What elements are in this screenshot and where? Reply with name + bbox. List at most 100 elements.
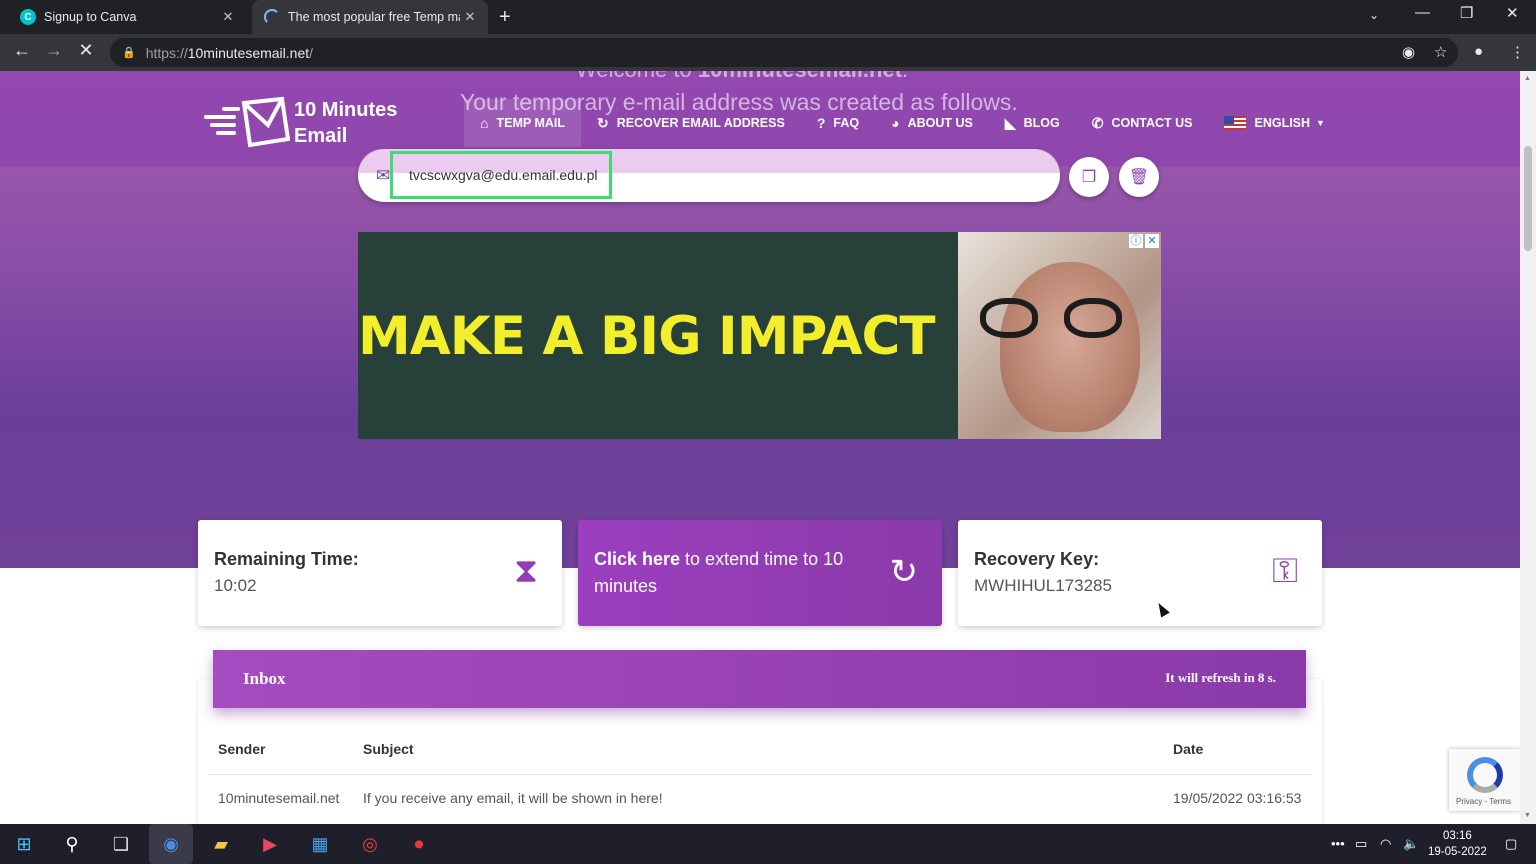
ad-choices[interactable]: ⓘ ✕ (1129, 234, 1159, 248)
file-explorer-icon[interactable]: ▰ (207, 830, 235, 858)
clock-refresh-icon: ↻ (889, 553, 919, 591)
restore-icon[interactable]: ❐ (1460, 4, 1473, 22)
temp-email-field[interactable] (390, 151, 612, 199)
recaptcha-terms[interactable]: Privacy - Terms (1456, 797, 1511, 806)
nav-recover-email[interactable]: ↻ RECOVER EMAIL ADDRESS (581, 99, 801, 147)
hourglass-icon: ⧗ (514, 552, 538, 590)
language-dropdown[interactable]: ENGLISH ▼ (1208, 99, 1340, 147)
canva-favicon-icon: C (20, 9, 36, 25)
key-icon: ⚿ (1272, 552, 1298, 590)
refresh-countdown: It will refresh in 8 s. (1165, 670, 1276, 685)
browser-tab-strip: C Signup to Canva ✕ The most popular fre… (0, 0, 1536, 34)
url-path: / (309, 44, 314, 61)
phone-icon: ✆ (1091, 114, 1104, 131)
ad-person-image (958, 232, 1161, 439)
extend-time-card[interactable]: Click here to extend time to 10 minutes … (578, 520, 942, 626)
user-icon: ◕ (891, 115, 900, 131)
trash-icon: 🗑 (1128, 169, 1150, 186)
advertisement-banner[interactable]: MAKE A BIG IMPACT ⓘ ✕ (358, 232, 1161, 439)
recovery-key-card: Recovery Key: MWHIHUL173285 ⚿ (958, 520, 1322, 626)
loading-spinner-icon (264, 9, 280, 25)
clock-date: 19-05-2022 (1428, 846, 1487, 858)
question-icon: ? (816, 115, 826, 131)
menu-dots-icon[interactable]: ⋮ (1510, 43, 1525, 61)
profile-icon[interactable]: ● (1474, 43, 1483, 60)
inbox-title: Inbox (243, 669, 286, 688)
forward-arrow-icon[interactable]: → (42, 40, 66, 61)
inbox-header: Inbox It will refresh in 8 s. (213, 650, 1306, 708)
recovery-key-label: Recovery Key: (974, 549, 1100, 569)
tab-title: The most popular free Temp ma (288, 10, 460, 24)
battery-icon[interactable]: ▭ (1355, 836, 1367, 852)
extend-time-text[interactable]: Click here to extend time to 10 minutes (594, 546, 874, 600)
browser-toolbar: ← → ✕ 🔒 https://10minutesemail.net / ◉ ☆ … (0, 34, 1536, 71)
lock-icon: 🔒 (122, 47, 136, 59)
tab-title: Signup to Canva (44, 10, 137, 24)
address-bar[interactable]: 🔒 https://10minutesemail.net / (110, 38, 1458, 67)
microsoft-store-icon[interactable]: ▦ (306, 830, 334, 858)
volume-icon[interactable]: 🔈 (1403, 836, 1419, 852)
nav-temp-mail[interactable]: ⌂ TEMP MAIL (464, 99, 581, 147)
ad-info-icon[interactable]: ⓘ (1129, 234, 1143, 248)
recaptcha-badge[interactable]: Privacy - Terms (1449, 749, 1521, 811)
task-view-icon[interactable]: ❏ (107, 830, 135, 858)
recaptcha-logo-icon (1467, 757, 1503, 793)
envelope-icon: ✉ (376, 166, 391, 185)
rss-icon: ◣ (1004, 114, 1016, 131)
stop-loading-icon[interactable]: ✕ (74, 40, 98, 61)
close-tab-icon[interactable]: ✕ (460, 9, 480, 25)
refresh-icon: ↻ (597, 114, 609, 131)
system-clock[interactable]: 03:16 19-05-2022 (1428, 828, 1487, 860)
minimize-icon[interactable]: — (1415, 4, 1430, 21)
logo-text: 10 Minutes Email (294, 99, 398, 147)
web-page: Welcome to 10minutesemail.net. Your temp… (0, 71, 1520, 824)
remaining-time-value: 10:02 (214, 576, 257, 595)
column-header-subject: Subject (363, 741, 414, 757)
scroll-up-icon[interactable]: ▲ (1524, 75, 1531, 82)
url-scheme: https:// (145, 44, 188, 61)
main-nav: ⌂ TEMP MAIL ↻ RECOVER EMAIL ADDRESS ? FAQ ◕… (464, 99, 1341, 147)
search-icon[interactable]: ⚲ (58, 830, 86, 858)
remaining-time-card: Remaining Time: 10:02 ⧗ (198, 520, 562, 626)
new-tab-plus-icon[interactable]: + (499, 6, 511, 29)
tab-signup-canva[interactable]: C Signup to Canva ✕ (8, 0, 246, 34)
nav-contact-us[interactable]: ✆ CONTACT US (1076, 99, 1209, 147)
windows-start-icon[interactable]: ⊞ (10, 830, 38, 858)
screen-recorder-icon[interactable]: ⏺ (405, 830, 433, 858)
recovery-key-value: MWHIHUL173285 (974, 576, 1112, 595)
tab-10minutesemail[interactable]: The most popular free Temp ma ✕ (252, 0, 488, 34)
close-tab-icon[interactable]: ✕ (218, 9, 238, 25)
notifications-icon[interactable]: ▢ (1505, 836, 1517, 852)
url-host: 10minutesemail.net (187, 44, 310, 61)
close-window-icon[interactable]: ✕ (1506, 4, 1519, 22)
tab-search-icon[interactable]: ⌄ (1369, 8, 1379, 22)
hidden-icons-icon[interactable]: ••• (1331, 836, 1345, 851)
ad-close-icon[interactable]: ✕ (1145, 234, 1159, 248)
clock-time: 03:16 (1443, 830, 1472, 842)
nav-blog[interactable]: ◣ BLOG (989, 99, 1076, 147)
row-subject[interactable]: If you receive any email, it will be sho… (363, 790, 663, 806)
copy-icon: ❐ (1081, 169, 1097, 186)
nav-about-us[interactable]: ◕ ABOUT US (875, 99, 989, 147)
scroll-thumb[interactable] (1524, 146, 1532, 251)
row-sender[interactable]: 10minutesemail.net (218, 790, 339, 806)
table-divider (208, 774, 1312, 775)
envelope-logo-icon (204, 95, 291, 151)
page-scrollbar[interactable]: ▲ ▼ (1520, 71, 1536, 824)
chrome-profile-icon[interactable]: ◉ (157, 830, 185, 858)
site-logo[interactable]: 10 Minutes Email (204, 95, 397, 151)
media-player-icon[interactable]: ▶ (256, 830, 284, 858)
back-arrow-icon[interactable]: ← (10, 40, 34, 61)
chrome-icon[interactable]: ◎ (356, 830, 384, 858)
copy-button[interactable]: ❐ (1069, 157, 1109, 197)
home-icon: ⌂ (480, 115, 489, 131)
nav-faq[interactable]: ? FAQ (801, 99, 875, 147)
windows-taskbar: ⊞ ⚲ ❏ ◉ ▰ ▶ ▦ ◎ ⏺ ••• ▭ ◠ 🔈 03:16 19-05-… (0, 824, 1536, 864)
delete-button[interactable]: 🗑 (1119, 157, 1159, 197)
tracking-blocked-eye-icon[interactable]: ◉ (1402, 43, 1415, 61)
bookmark-star-icon[interactable]: ☆ (1434, 43, 1447, 61)
scroll-down-icon[interactable]: ▼ (1524, 812, 1531, 819)
welcome-text: Welcome to 10minutesemail.net. (576, 71, 908, 83)
wifi-icon[interactable]: ◠ (1380, 836, 1391, 852)
us-flag-icon (1224, 116, 1247, 130)
